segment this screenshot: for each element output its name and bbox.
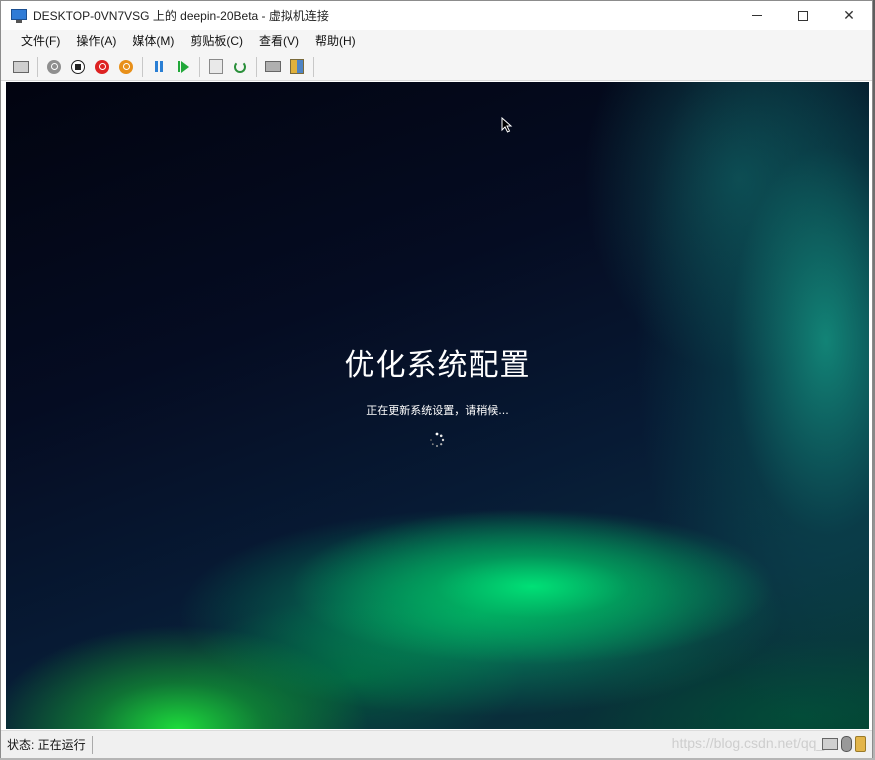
menu-help[interactable]: 帮助(H) <box>307 30 364 53</box>
window-title: DESKTOP-0VN7VSG 上的 deepin-20Beta - 虚拟机连接 <box>33 9 329 23</box>
ctrl-alt-del-button[interactable] <box>12 58 30 76</box>
start-button[interactable] <box>45 58 63 76</box>
toolbar <box>1 53 872 81</box>
vm-connection-icon <box>11 8 27 24</box>
pause-icon <box>155 61 163 72</box>
menu-file[interactable]: 文件(F) <box>13 30 68 53</box>
toolbar-separator <box>256 56 257 77</box>
mouse-icon <box>841 736 852 752</box>
turn-off-icon <box>71 59 85 74</box>
pause-button[interactable] <box>150 58 168 76</box>
close-button[interactable]: ✕ <box>826 1 872 30</box>
share-icon <box>290 59 304 74</box>
toolbar-separator <box>313 56 314 77</box>
title-bar[interactable]: DESKTOP-0VN7VSG 上的 deepin-20Beta - 虚拟机连接… <box>1 1 872 30</box>
turn-off-button[interactable] <box>69 58 87 76</box>
resume-icon <box>177 60 189 73</box>
lock-icon <box>855 736 866 752</box>
share-button[interactable] <box>288 58 306 76</box>
keyboard-icon <box>822 738 838 750</box>
minimize-icon <box>752 15 762 16</box>
minimize-button[interactable] <box>734 1 780 30</box>
shut-down-icon <box>95 59 109 74</box>
menu-media[interactable]: 媒体(M) <box>124 30 182 53</box>
menu-action[interactable]: 操作(A) <box>68 30 124 53</box>
watermark: https://blog.csdn.net/qq_3 <box>671 735 832 751</box>
resume-button[interactable] <box>174 58 192 76</box>
enhanced-session-icon <box>265 61 281 72</box>
toolbar-separator <box>199 56 200 77</box>
checkpoint-icon <box>209 59 223 74</box>
loading-spinner-icon <box>429 432 445 448</box>
start-icon <box>47 59 61 74</box>
status-icons <box>822 736 866 752</box>
toolbar-separator <box>37 56 38 77</box>
vm-status: 状态: 正在运行 <box>7 735 93 754</box>
maximize-button[interactable] <box>780 1 826 30</box>
vm-display[interactable]: 优化系统配置 正在更新系统设置，请稍候... <box>6 82 869 729</box>
menu-bar: 文件(F) 操作(A) 媒体(M) 剪贴板(C) 查看(V) 帮助(H) <box>1 30 872 53</box>
revert-icon <box>234 60 246 73</box>
vm-screen-title: 优化系统配置 <box>344 348 531 383</box>
vm-screen-subtitle: 正在更新系统设置，请稍候... <box>366 404 509 417</box>
save-button[interactable] <box>117 58 135 76</box>
toolbar-separator <box>142 56 143 77</box>
maximize-icon <box>798 10 808 21</box>
revert-button[interactable] <box>231 58 249 76</box>
menu-view[interactable]: 查看(V) <box>251 30 307 53</box>
status-bar: 状态: 正在运行 https://blog.csdn.net/qq_3 <box>1 730 872 758</box>
close-icon: ✕ <box>843 7 855 24</box>
save-icon <box>119 59 133 74</box>
shut-down-button[interactable] <box>93 58 111 76</box>
ctrl-alt-del-icon <box>13 60 29 73</box>
vm-connection-window: DESKTOP-0VN7VSG 上的 deepin-20Beta - 虚拟机连接… <box>0 0 873 758</box>
checkpoint-button[interactable] <box>207 58 225 76</box>
update-message: 优化系统配置 正在更新系统设置，请稍候... <box>6 340 869 418</box>
enhanced-session-button[interactable] <box>264 58 282 76</box>
menu-clipboard[interactable]: 剪贴板(C) <box>182 30 251 53</box>
